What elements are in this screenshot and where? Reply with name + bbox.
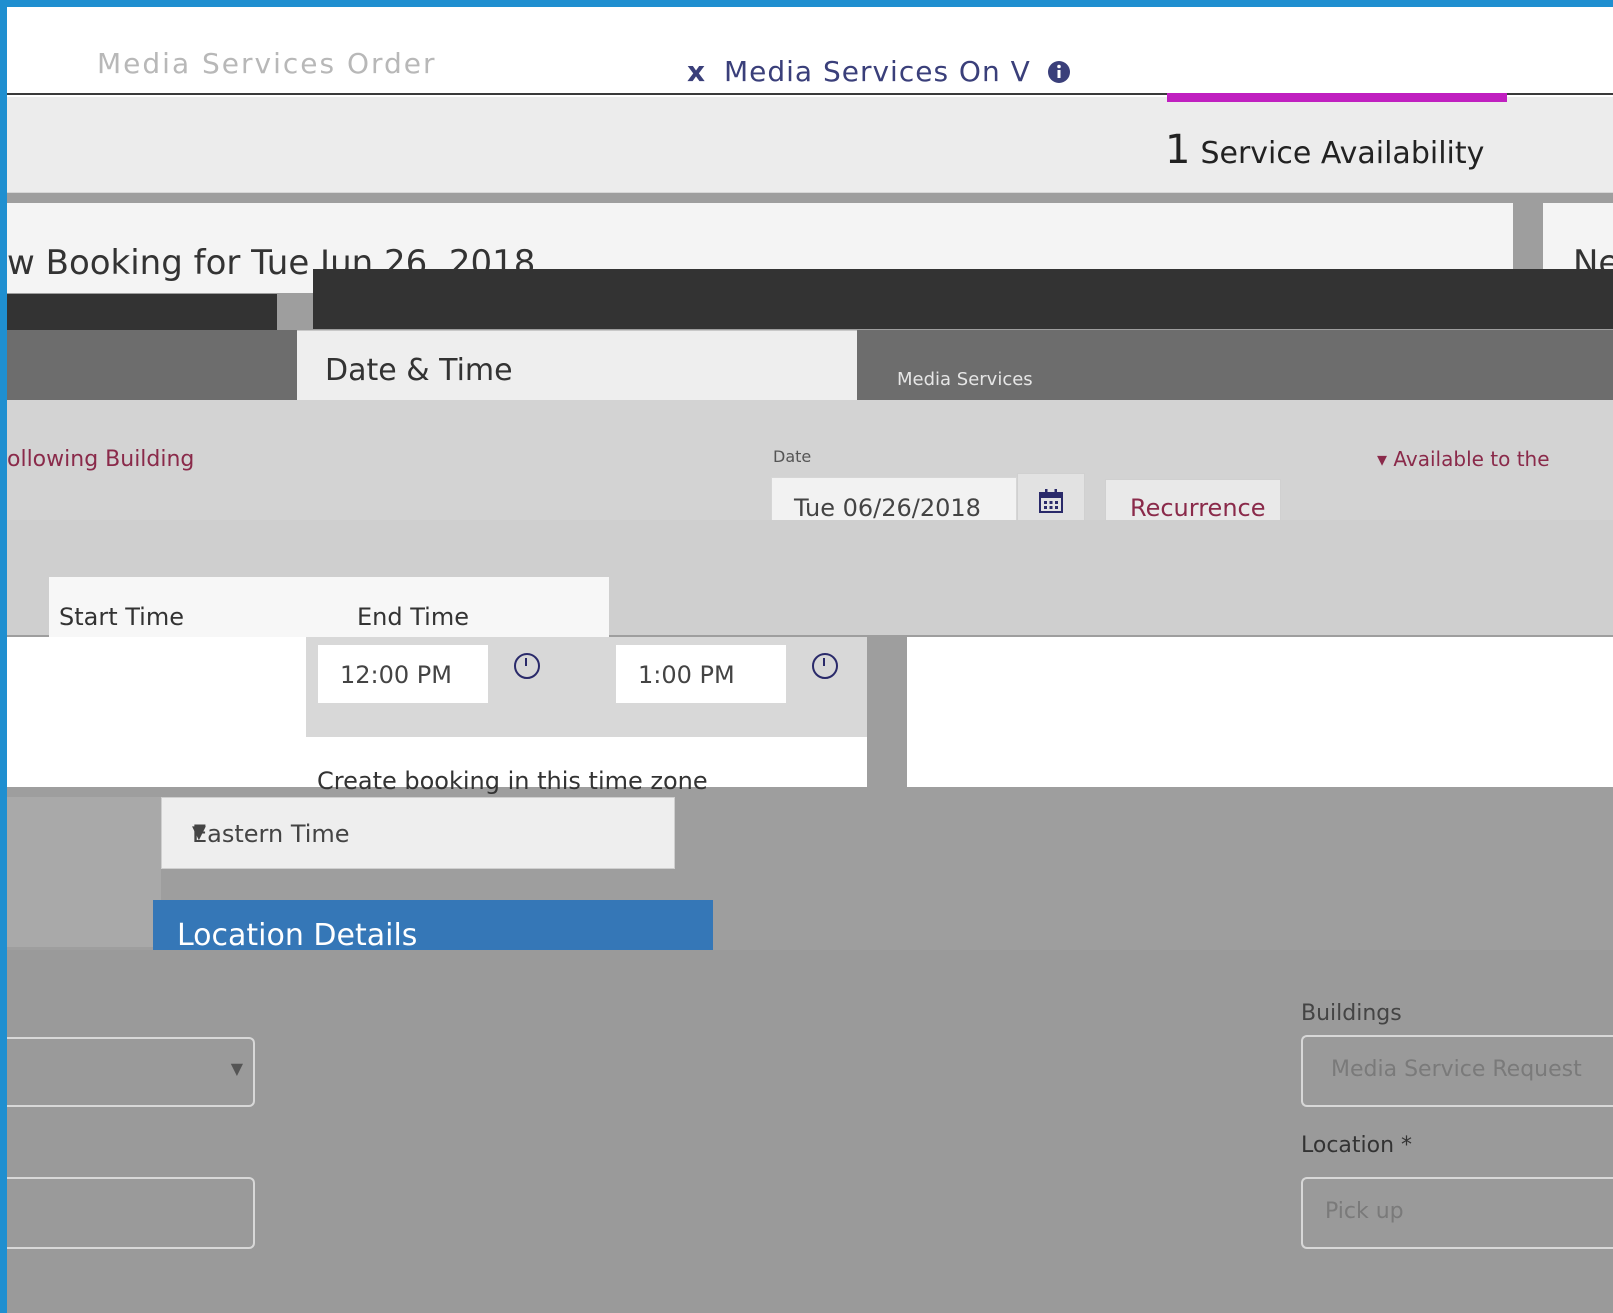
browser-header: Media Services Order x Media Services On… xyxy=(7,7,1613,97)
chevron-down-icon: ▼ xyxy=(192,822,206,843)
app-window: Media Services Order x Media Services On… xyxy=(7,7,1613,1313)
panel-divider xyxy=(867,637,907,787)
buildings-select[interactable]: Media Service Request xyxy=(1301,1035,1613,1107)
calendar-icon xyxy=(1039,489,1063,513)
browser-tab[interactable]: x Media Services On V xyxy=(687,55,1071,88)
date-label: Date xyxy=(773,447,812,466)
right-panel xyxy=(907,637,1613,787)
clock-icon[interactable] xyxy=(514,653,540,679)
location-label: Location * xyxy=(1301,1133,1413,1158)
left-select[interactable]: ▼ xyxy=(7,1037,255,1107)
timezone-gutter xyxy=(7,797,161,947)
active-step-indicator xyxy=(1167,93,1507,102)
date-value: Tue 06/26/2018 xyxy=(794,494,981,522)
tab-title: Media Services On V xyxy=(723,55,1031,88)
building-link[interactable]: ollowing Building xyxy=(7,447,194,472)
dark-header-bar xyxy=(313,269,1613,329)
location-details-button[interactable]: Location Details xyxy=(153,900,713,950)
recurrence-label: Recurrence xyxy=(1130,494,1266,522)
buildings-value: Media Service Request xyxy=(1331,1057,1582,1082)
step-number: 1 xyxy=(1165,127,1191,173)
start-time-label: Start Time xyxy=(59,603,184,631)
media-services-label: Media Services xyxy=(897,369,1033,390)
step-label: Service Availability xyxy=(1200,136,1485,171)
end-time-label: End Time xyxy=(357,603,469,631)
faint-title: Media Services Order xyxy=(97,47,437,80)
left-input[interactable] xyxy=(7,1177,255,1249)
time-inputs-row: 12:00 PM 1:00 PM xyxy=(306,637,867,737)
chevron-down-icon: ▼ xyxy=(230,1059,243,1078)
clock-icon[interactable] xyxy=(812,653,838,679)
location-input[interactable]: Pick up xyxy=(1301,1177,1613,1249)
step-service-availability[interactable]: 1 Service Availability xyxy=(1165,127,1484,173)
buildings-label: Buildings xyxy=(1301,1001,1402,1026)
location-details-label: Location Details xyxy=(177,918,418,950)
end-time-value: 1:00 PM xyxy=(638,661,735,689)
location-placeholder: Pick up xyxy=(1325,1199,1404,1224)
start-time-value: 12:00 PM xyxy=(340,661,452,689)
end-time-input[interactable]: 1:00 PM xyxy=(616,645,786,703)
timezone-select[interactable]: Eastern Time ▼ xyxy=(161,797,675,869)
tab-date-time[interactable]: Date & Time xyxy=(297,330,857,401)
available-toggle[interactable]: ▾ Available to the xyxy=(1377,447,1550,471)
dark-bar xyxy=(7,294,277,330)
tab-label: Date & Time xyxy=(325,353,513,388)
timezone-label: Create booking in this time zone xyxy=(317,767,708,795)
info-circle-icon xyxy=(1047,61,1070,83)
start-time-input[interactable]: 12:00 PM xyxy=(318,645,488,703)
time-labels: Start Time End Time xyxy=(49,577,609,637)
step-bar: 1 Service Availability xyxy=(7,97,1613,193)
close-icon[interactable]: x xyxy=(687,55,706,88)
